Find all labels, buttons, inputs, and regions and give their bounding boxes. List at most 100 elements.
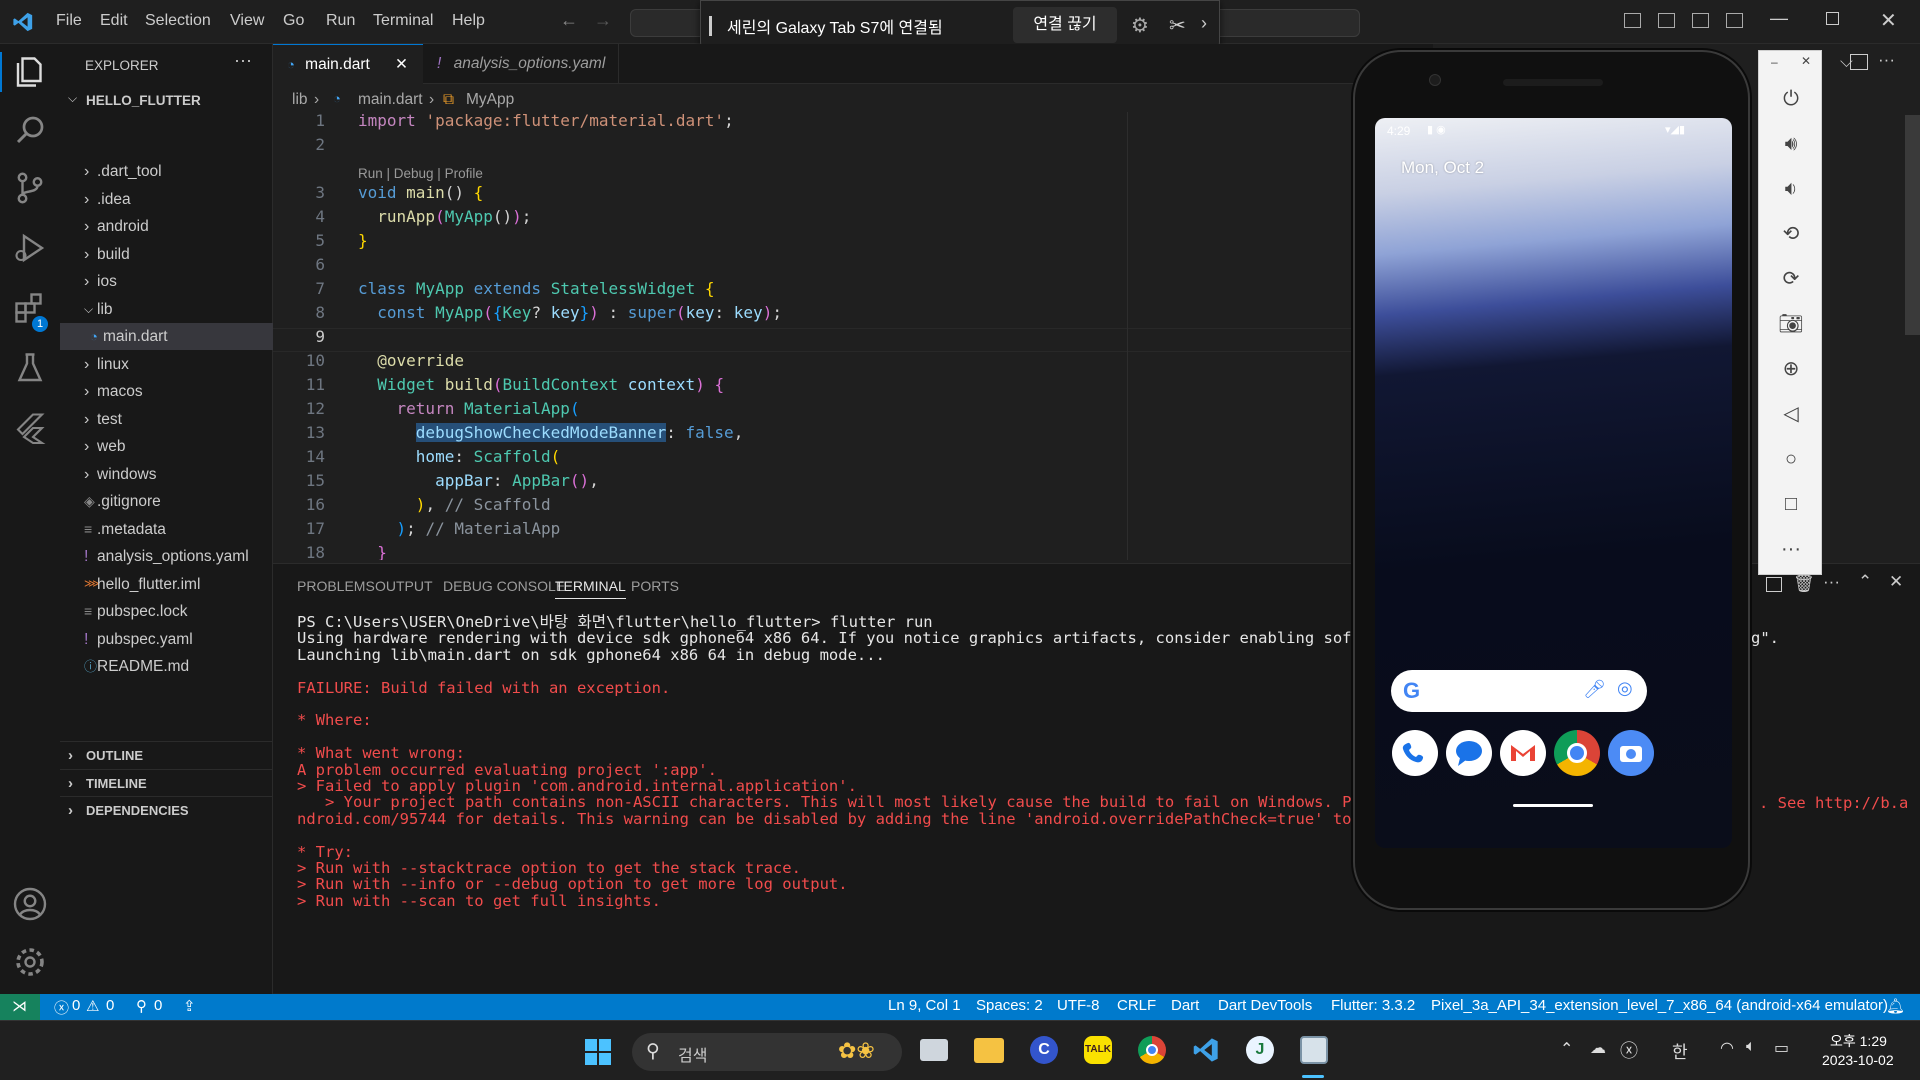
panel-tab-debug-console[interactable]: DEBUG CONSOLE bbox=[443, 578, 565, 594]
accounts-icon[interactable] bbox=[12, 886, 48, 922]
volume-up-icon[interactable]: 🔊︎ bbox=[1777, 130, 1805, 158]
minimize-button[interactable]: — bbox=[1770, 8, 1788, 29]
more-actions-icon[interactable]: ··· bbox=[1878, 50, 1895, 70]
emulator-taskbar-icon[interactable] bbox=[1300, 1036, 1328, 1064]
rotate-right-icon[interactable]: ⟳ bbox=[1777, 265, 1805, 293]
windows-start-icon[interactable] bbox=[584, 1038, 612, 1066]
remote-indicator[interactable]: ⋊ bbox=[0, 994, 40, 1020]
screenshot-icon[interactable]: 📷︎ bbox=[1777, 310, 1805, 338]
tools-icon[interactable]: ✂ bbox=[1169, 13, 1186, 38]
explorer-icon[interactable] bbox=[12, 54, 48, 90]
folder-item[interactable]: › macos bbox=[60, 378, 273, 405]
folder-item[interactable]: › .idea bbox=[60, 186, 273, 213]
warning-icon[interactable]: ⚠ bbox=[86, 997, 99, 1015]
wifi-icon[interactable]: ◠ bbox=[1720, 1038, 1734, 1058]
battery-icon[interactable]: ▭ bbox=[1774, 1038, 1789, 1058]
more-options-icon[interactable]: ··· bbox=[1777, 535, 1805, 563]
rotate-left-icon[interactable]: ⟲ bbox=[1777, 220, 1805, 248]
section-timeline[interactable]: › TIMELINE bbox=[60, 768, 273, 796]
minimize-emulator-button[interactable]: – bbox=[1771, 55, 1778, 69]
folder-item[interactable]: › build bbox=[60, 241, 273, 268]
close-button[interactable]: ✕ bbox=[1880, 8, 1897, 33]
toggle-sidebar-icon[interactable] bbox=[1624, 13, 1641, 28]
breadcrumb-folder[interactable]: lib bbox=[292, 91, 308, 109]
tray-close-circle-icon[interactable]: ⓧ bbox=[1620, 1037, 1638, 1063]
editor-scrollbar[interactable] bbox=[1905, 115, 1920, 335]
folder-item[interactable]: › windows bbox=[60, 461, 273, 488]
folder-item[interactable]: › .dart_tool bbox=[60, 158, 273, 185]
encoding[interactable]: UTF-8 bbox=[1057, 997, 1100, 1014]
toggle-panel-icon[interactable] bbox=[1658, 13, 1675, 28]
more-actions-icon[interactable]: ··· bbox=[234, 50, 252, 71]
language-mode[interactable]: Dart bbox=[1171, 997, 1199, 1014]
menu-file[interactable]: File bbox=[56, 12, 82, 30]
ports-count[interactable]: 0 bbox=[154, 997, 162, 1014]
file-item[interactable]: ⓘ README.md bbox=[60, 653, 273, 680]
folder-item[interactable]: ⌵ lib bbox=[60, 296, 273, 323]
panel-tab-ports[interactable]: PORTS bbox=[631, 578, 679, 594]
chrome-icon[interactable] bbox=[1138, 1036, 1166, 1064]
project-header[interactable]: ⌵ HELLO_FLUTTER bbox=[60, 88, 273, 114]
taskbar-search[interactable]: ⚲ 검색 ✿❀ bbox=[632, 1033, 902, 1071]
emulator-screen[interactable]: 4:29 ▮ ◉ ▾◢▮ Mon, Oct 2 G 🎤︎ ◎ bbox=[1375, 118, 1732, 848]
camera-app-icon[interactable] bbox=[1608, 730, 1654, 776]
kakaotalk-icon[interactable]: TALK bbox=[1084, 1036, 1112, 1064]
browser-app-icon[interactable]: C bbox=[1030, 1036, 1058, 1064]
clock-date[interactable]: 2023-10-02 bbox=[1822, 1052, 1894, 1068]
toggle-secondary-sidebar-icon[interactable] bbox=[1692, 13, 1709, 28]
more-actions-icon[interactable]: ··· bbox=[1823, 572, 1840, 592]
phone-app-icon[interactable] bbox=[1392, 730, 1438, 776]
error-count[interactable]: 0 bbox=[72, 997, 80, 1014]
panel-tab-terminal[interactable]: TERMINAL bbox=[555, 578, 626, 599]
dart-devtools[interactable]: Dart DevTools bbox=[1218, 997, 1312, 1014]
zoom-icon[interactable]: ⊕ bbox=[1777, 355, 1805, 383]
menu-view[interactable]: View bbox=[230, 12, 264, 30]
close-emulator-button[interactable]: ✕ bbox=[1801, 54, 1811, 68]
forward-arrow-icon[interactable]: → bbox=[594, 10, 612, 31]
panel-tab-output[interactable]: OUTPUT bbox=[375, 578, 433, 594]
file-item[interactable]: ◔ main.dart bbox=[60, 323, 273, 350]
folder-item[interactable]: › web bbox=[60, 433, 273, 460]
folder-item[interactable]: › linux bbox=[60, 351, 273, 378]
chevron-right-icon[interactable]: › bbox=[1201, 13, 1207, 34]
back-arrow-icon[interactable]: ← bbox=[560, 10, 578, 31]
google-search-bar[interactable]: G 🎤︎ ◎ bbox=[1391, 670, 1647, 712]
home-icon[interactable]: ○ bbox=[1777, 445, 1805, 473]
tab-main-dart[interactable]: ◔ main.dart ✕ bbox=[273, 44, 423, 84]
notifications-bell-icon[interactable]: 🔔︎ bbox=[1886, 997, 1905, 1015]
file-item[interactable]: ≡ pubspec.lock bbox=[60, 598, 273, 625]
menu-help[interactable]: Help bbox=[452, 12, 485, 30]
notepad-app-icon[interactable]: J bbox=[1246, 1036, 1274, 1064]
ports-icon[interactable]: ⚲ bbox=[136, 997, 147, 1015]
gear-icon[interactable]: ⚙ bbox=[1131, 13, 1149, 38]
device-selector[interactable]: Pixel_3a_API_34_extension_level_7_x86_64… bbox=[1431, 997, 1888, 1014]
overview-icon[interactable]: □ bbox=[1777, 490, 1805, 518]
source-control-icon[interactable] bbox=[12, 170, 48, 206]
split-terminal-icon[interactable] bbox=[1766, 577, 1782, 592]
file-item[interactable]: ! analysis_options.yaml bbox=[60, 543, 273, 570]
warning-count[interactable]: 0 bbox=[106, 997, 114, 1014]
folder-item[interactable]: › android bbox=[60, 213, 273, 240]
split-editor-icon[interactable] bbox=[1850, 54, 1868, 70]
run-debug-icon[interactable] bbox=[12, 230, 48, 266]
power-icon[interactable]: ⏻ bbox=[1777, 85, 1805, 113]
line-ending[interactable]: CRLF bbox=[1117, 997, 1156, 1014]
menu-run[interactable]: Run bbox=[326, 12, 355, 30]
gesture-nav-bar[interactable] bbox=[1513, 804, 1593, 807]
close-panel-icon[interactable]: ✕ bbox=[1889, 572, 1903, 592]
back-icon[interactable]: ◁ bbox=[1777, 400, 1805, 428]
flutter-version[interactable]: Flutter: 3.3.2 bbox=[1331, 997, 1415, 1014]
close-tab-icon[interactable]: ✕ bbox=[395, 45, 408, 85]
flutter-icon[interactable] bbox=[12, 410, 48, 446]
ime-indicator[interactable]: 한 bbox=[1672, 1038, 1688, 1063]
menu-edit[interactable]: Edit bbox=[100, 12, 128, 30]
trash-icon[interactable]: 🗑 bbox=[1793, 574, 1815, 594]
chevron-up-icon[interactable]: ⌃ bbox=[1560, 1039, 1573, 1059]
file-explorer-icon[interactable] bbox=[974, 1038, 1004, 1063]
menu-selection[interactable]: Selection bbox=[145, 12, 211, 30]
code-lens[interactable]: Run | Debug | Profile bbox=[358, 166, 483, 181]
maximize-button[interactable] bbox=[1826, 12, 1839, 25]
volume-icon[interactable]: 🔈︎ bbox=[1746, 1038, 1756, 1056]
live-share-icon[interactable]: ⇪ bbox=[183, 997, 196, 1015]
menu-go[interactable]: Go bbox=[283, 12, 304, 30]
